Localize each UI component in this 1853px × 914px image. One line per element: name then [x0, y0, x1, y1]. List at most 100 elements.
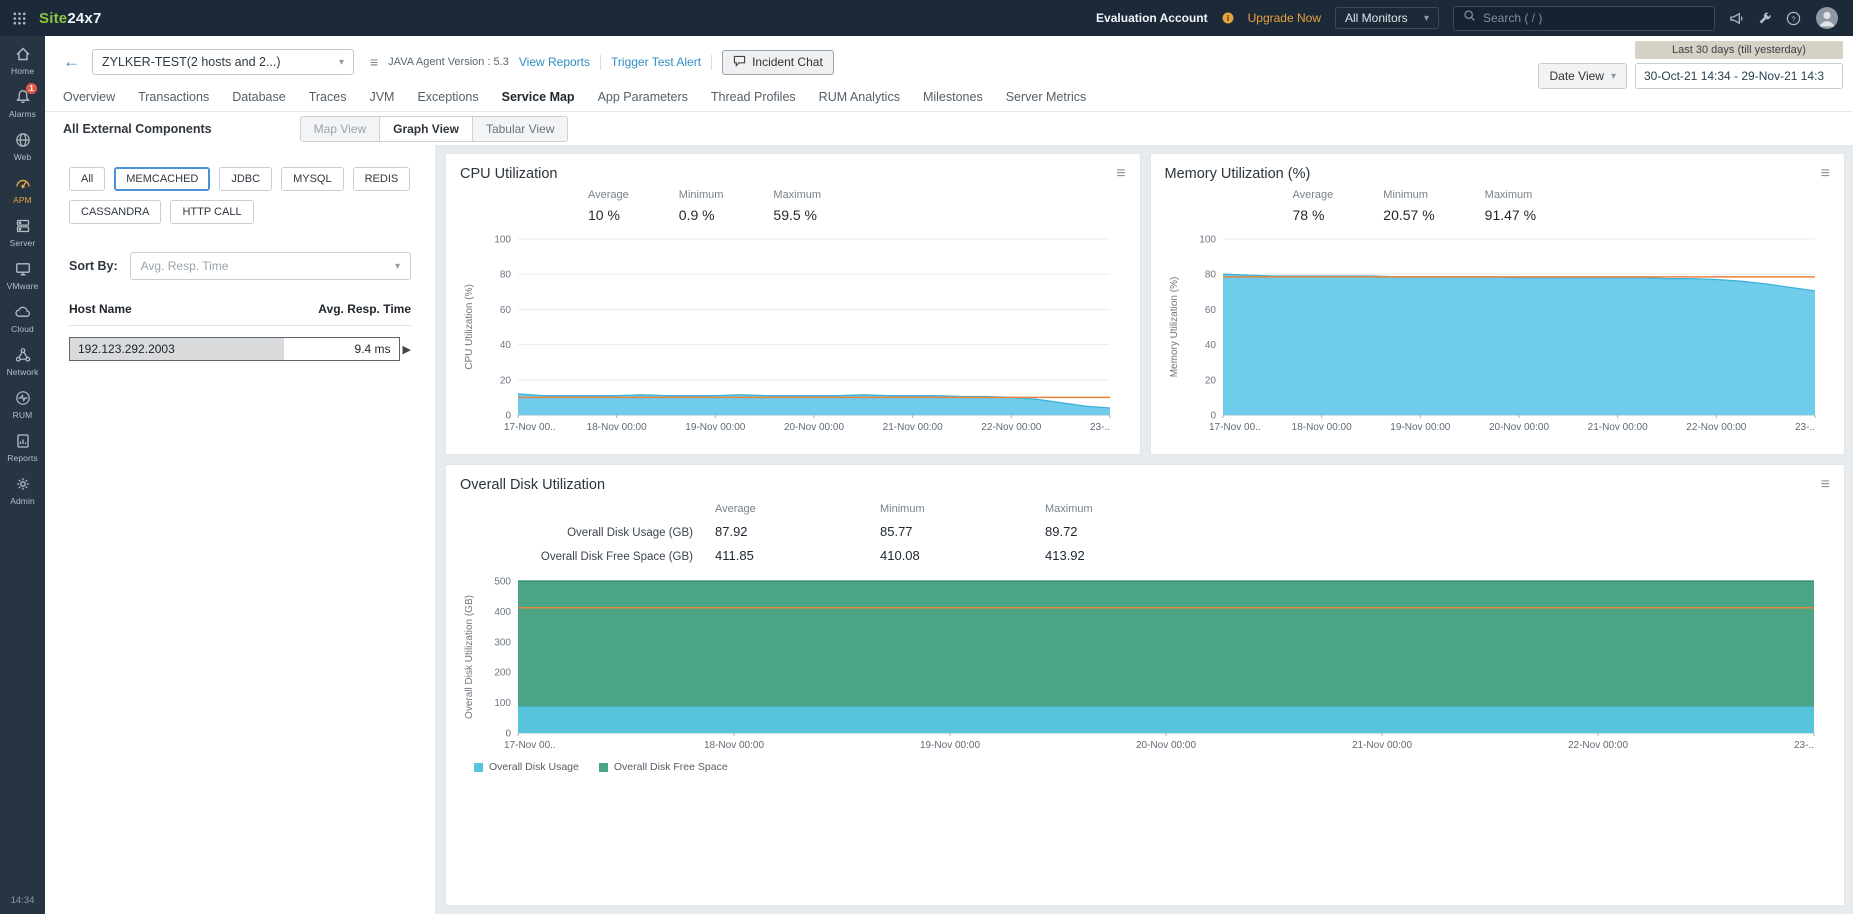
- chevron-down-icon: ▾: [339, 57, 344, 68]
- svg-text:500: 500: [494, 577, 511, 588]
- sidebar-item-web[interactable]: Web: [0, 125, 45, 168]
- tab-transactions[interactable]: Transactions: [138, 90, 209, 104]
- sidebar-item-label: Web: [14, 152, 32, 162]
- agent-menu-icon[interactable]: ≡: [370, 54, 378, 70]
- svg-text:19-Nov 00:00: 19-Nov 00:00: [920, 740, 980, 751]
- logo-site: Site: [39, 10, 67, 27]
- sidebar-item-network[interactable]: Network: [0, 340, 45, 383]
- sort-by-dropdown[interactable]: Avg. Resp. Time ▾: [130, 252, 411, 280]
- chip-redis[interactable]: REDIS: [353, 167, 411, 191]
- tab-database[interactable]: Database: [232, 90, 286, 104]
- sidebar-item-label: Home: [11, 66, 34, 76]
- trigger-test-alert-link[interactable]: Trigger Test Alert: [611, 55, 701, 69]
- apps-grid-icon[interactable]: [12, 11, 27, 26]
- subbar: All External Components Map View Graph V…: [45, 112, 1853, 145]
- tab-milestones[interactable]: Milestones: [923, 90, 983, 104]
- tab-server-metrics[interactable]: Server Metrics: [1006, 90, 1087, 104]
- search-box[interactable]: [1453, 6, 1715, 31]
- sidebar-item-home[interactable]: Home: [0, 39, 45, 82]
- svg-text:17-Nov 00..: 17-Nov 00..: [504, 740, 556, 751]
- row-label: Overall Disk Usage (GB): [460, 527, 715, 539]
- sidebar-item-rum[interactable]: RUM: [0, 383, 45, 426]
- sidebar-item-reports[interactable]: Reports: [0, 426, 45, 469]
- search-input[interactable]: [1483, 11, 1705, 25]
- tab-service-map[interactable]: Service Map: [502, 90, 575, 104]
- tab-traces[interactable]: Traces: [309, 90, 347, 104]
- sidebar-item-vmware[interactable]: VMware: [0, 254, 45, 297]
- tab-overview[interactable]: Overview: [63, 90, 115, 104]
- card-menu-icon[interactable]: ≡: [1821, 166, 1830, 182]
- upgrade-now-link[interactable]: Upgrade Now: [1248, 11, 1321, 25]
- incident-chat-button[interactable]: Incident Chat: [722, 50, 834, 75]
- chip-jdbc[interactable]: JDBC: [219, 167, 272, 191]
- stat-average: Average 78 %: [1293, 189, 1334, 223]
- stat-maximum: Maximum 59.5 %: [773, 189, 821, 223]
- card-menu-icon[interactable]: ≡: [1116, 166, 1125, 182]
- sidebar-item-cloud[interactable]: Cloud: [0, 297, 45, 340]
- topbar: Site24x7 Evaluation Account i Upgrade No…: [0, 0, 1853, 36]
- svg-text:23-..: 23-..: [1090, 422, 1110, 433]
- sidebar-item-server[interactable]: Server: [0, 211, 45, 254]
- svg-text:17-Nov 00..: 17-Nov 00..: [504, 422, 556, 433]
- chip-all[interactable]: All: [69, 167, 105, 191]
- card-menu-icon[interactable]: ≡: [1821, 477, 1830, 493]
- legend-label: Overall Disk Free Space: [614, 761, 728, 773]
- help-icon[interactable]: ?: [1786, 11, 1801, 26]
- legend-swatch: [474, 763, 483, 772]
- stat-value: 20.57 %: [1383, 207, 1434, 223]
- svg-text:i: i: [1227, 14, 1229, 23]
- sidebar-item-label: Alarms: [9, 109, 36, 119]
- app-selector-value: ZYLKER-TEST(2 hosts and 2...): [102, 55, 281, 69]
- date-range-input[interactable]: 30-Oct-21 14:34 - 29-Nov-21 14:3: [1635, 63, 1843, 89]
- tab-exceptions[interactable]: Exceptions: [417, 90, 478, 104]
- date-view-button[interactable]: Date View ▾: [1538, 63, 1627, 89]
- host-row-arrow-icon[interactable]: ▶: [403, 343, 411, 356]
- tab-app-parameters[interactable]: App Parameters: [598, 90, 688, 104]
- avatar[interactable]: [1815, 6, 1839, 30]
- view-reports-link[interactable]: View Reports: [519, 55, 590, 69]
- sidebar-item-alarms[interactable]: 1 Alarms: [0, 82, 45, 125]
- stat-value: 91.47 %: [1485, 207, 1536, 223]
- tab-rum-analytics[interactable]: RUM Analytics: [819, 90, 900, 104]
- column-minimum: Minimum: [880, 503, 1045, 515]
- sidebar-item-apm[interactable]: APM: [0, 168, 45, 211]
- host-row[interactable]: 192.123.292.2003 9.4 ms: [69, 337, 400, 361]
- app-selector-dropdown[interactable]: ZYLKER-TEST(2 hosts and 2...) ▾: [92, 49, 354, 75]
- sort-by-value: Avg. Resp. Time: [141, 259, 229, 273]
- back-arrow-icon[interactable]: ←: [63, 52, 80, 72]
- svg-text:18-Nov 00:00: 18-Nov 00:00: [704, 740, 764, 751]
- chip-mysql[interactable]: MYSQL: [281, 167, 344, 191]
- home-icon: [14, 45, 32, 63]
- sidebar-item-label: Admin: [10, 496, 35, 506]
- disk-chart-legend: Overall Disk Usage Overall Disk Free Spa…: [474, 761, 1830, 773]
- info-icon[interactable]: i: [1222, 12, 1234, 24]
- svg-text:19-Nov 00:00: 19-Nov 00:00: [685, 422, 745, 433]
- alarm-count-badge: 1: [26, 83, 37, 94]
- card-title: CPU Utilization: [460, 166, 558, 182]
- main-area: ← ZYLKER-TEST(2 hosts and 2...) ▾ ≡ JAVA…: [45, 36, 1853, 914]
- content: All MEMCACHED JDBC MYSQL REDIS CASSANDRA…: [45, 145, 1853, 914]
- sidebar-item-label: VMware: [7, 281, 39, 291]
- svg-text:21-Nov 00:00: 21-Nov 00:00: [1352, 740, 1412, 751]
- avg-resp-time-column: Avg. Resp. Time: [318, 302, 411, 316]
- announcements-icon[interactable]: [1729, 11, 1744, 26]
- map-view-button[interactable]: Map View: [301, 117, 380, 141]
- graph-view-button[interactable]: Graph View: [380, 117, 473, 141]
- divider: [600, 55, 601, 70]
- chip-http-call[interactable]: HTTP CALL: [170, 200, 253, 224]
- vmware-monitor-icon: [14, 260, 32, 278]
- all-monitors-dropdown[interactable]: All Monitors ▾: [1335, 7, 1439, 29]
- tab-jvm[interactable]: JVM: [369, 90, 394, 104]
- svg-text:200: 200: [494, 668, 511, 679]
- tabular-view-button[interactable]: Tabular View: [473, 117, 567, 141]
- svg-text:22-Nov 00:00: 22-Nov 00:00: [981, 422, 1041, 433]
- tools-icon[interactable]: [1758, 11, 1772, 25]
- sidebar-item-admin[interactable]: Admin: [0, 469, 45, 512]
- evaluation-account-label: Evaluation Account: [1096, 11, 1208, 25]
- chip-memcached[interactable]: MEMCACHED: [114, 167, 210, 191]
- stat-value: 59.5 %: [773, 207, 821, 223]
- card-title: Overall Disk Utilization: [460, 477, 605, 493]
- sidebar-item-label: Server: [10, 238, 36, 248]
- chip-cassandra[interactable]: CASSANDRA: [69, 200, 161, 224]
- tab-thread-profiles[interactable]: Thread Profiles: [711, 90, 796, 104]
